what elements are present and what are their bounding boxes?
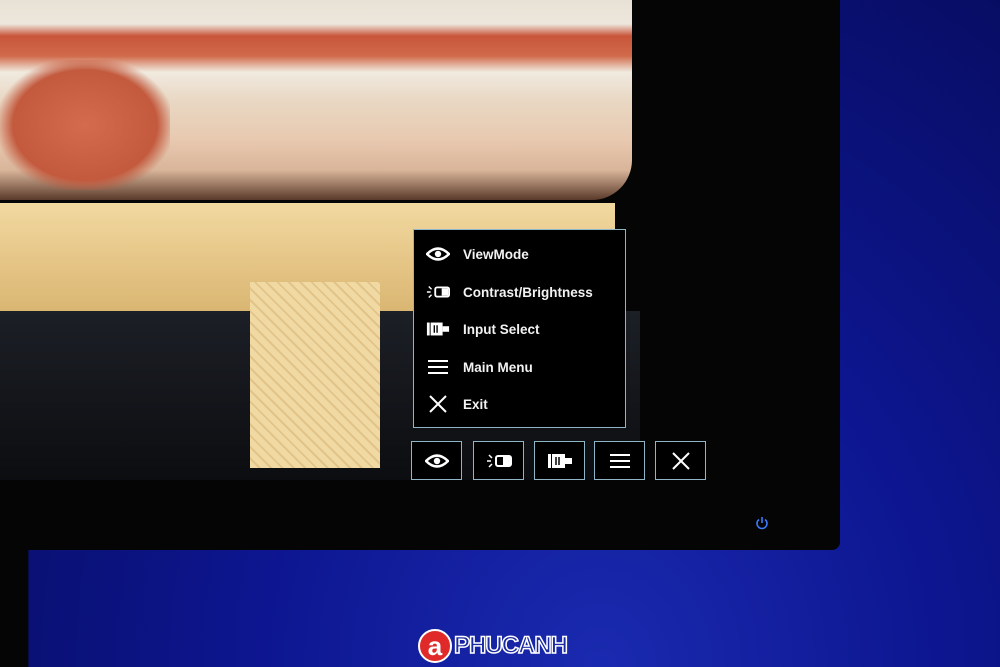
- contrast-brightness-icon: [486, 453, 512, 469]
- menu-item-label: Input Select: [463, 321, 540, 337]
- hotkey-contrast-brightness-button[interactable]: [473, 441, 524, 480]
- hotkey-main-menu-button[interactable]: [594, 441, 645, 480]
- eye-icon: [425, 453, 449, 469]
- wood-block: [250, 282, 380, 468]
- input-select-icon: [426, 319, 450, 339]
- hamburger-menu-icon: [609, 453, 631, 469]
- hotkey-input-select-button[interactable]: [534, 441, 585, 480]
- hotkey-viewmode-button[interactable]: [411, 441, 462, 480]
- sushi-image: [0, 0, 632, 200]
- menu-item-label: Main Menu: [463, 359, 533, 375]
- contrast-brightness-icon: [426, 282, 450, 302]
- eye-icon: [426, 244, 450, 264]
- menu-item-viewmode[interactable]: ViewMode: [426, 241, 529, 267]
- osd-quick-menu: ViewMode Contrast/Brightness Input Selec…: [413, 229, 626, 428]
- menu-item-exit[interactable]: Exit: [426, 391, 488, 417]
- watermark-logo: a PHUCANH: [418, 628, 578, 664]
- hamburger-menu-icon: [426, 357, 450, 377]
- menu-item-label: Contrast/Brightness: [463, 284, 593, 300]
- close-icon: [426, 394, 450, 414]
- menu-item-input-select[interactable]: Input Select: [426, 316, 540, 342]
- close-icon: [671, 451, 691, 471]
- menu-item-main-menu[interactable]: Main Menu: [426, 354, 533, 380]
- logo-text: PHUCANH: [453, 631, 569, 660]
- power-icon[interactable]: [755, 516, 769, 530]
- logo-mark: a: [418, 629, 452, 663]
- input-select-icon: [547, 452, 573, 470]
- menu-item-contrast-brightness[interactable]: Contrast/Brightness: [426, 279, 593, 305]
- hotkey-exit-button[interactable]: [655, 441, 706, 480]
- monitor-stand: [0, 550, 80, 667]
- menu-item-label: Exit: [463, 396, 488, 412]
- menu-item-label: ViewMode: [463, 246, 529, 262]
